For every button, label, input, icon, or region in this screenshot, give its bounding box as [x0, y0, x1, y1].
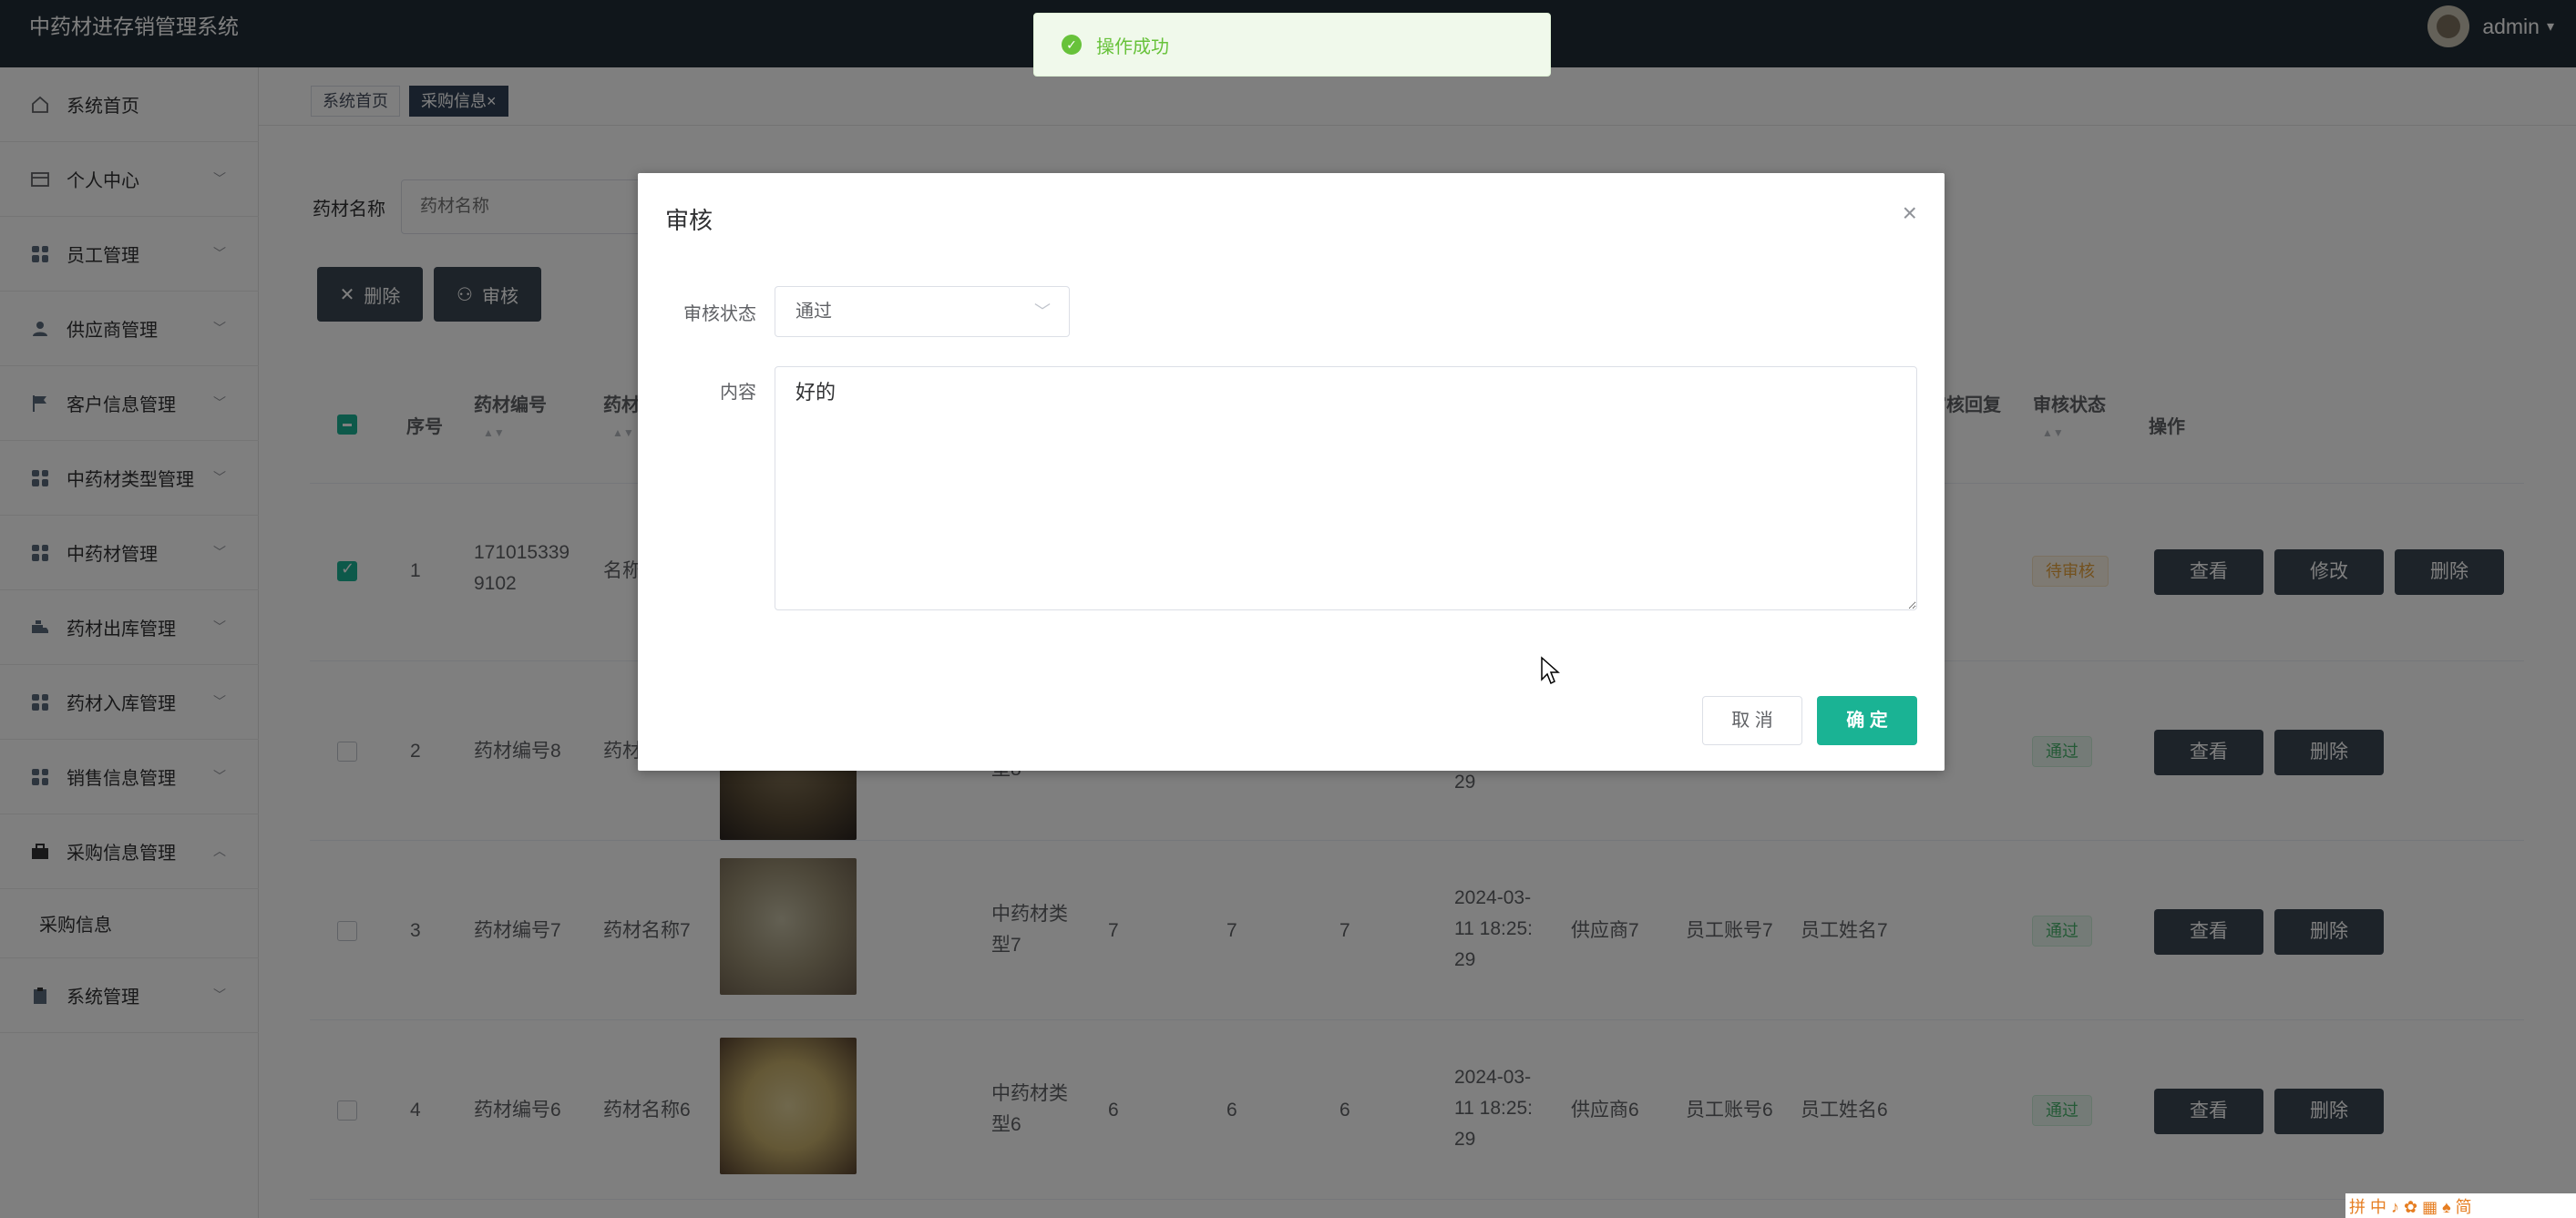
close-icon[interactable]: × [1903, 199, 1917, 228]
audit-dialog: 审核 × 审核状态 通过 ﹀ 内容 取 消 确 定 [638, 173, 1945, 771]
content-label: 内容 [720, 383, 756, 403]
mouse-cursor-icon [1541, 656, 1560, 685]
check-circle-icon: ✓ [1062, 35, 1082, 55]
ime-toolbar[interactable]: 拼 中 ♪ ✿ ▦ ♠ 简 [2345, 1193, 2576, 1218]
dialog-title: 审核 [665, 207, 713, 234]
success-toast: ✓ 操作成功 [1033, 13, 1551, 77]
confirm-button[interactable]: 确 定 [1817, 696, 1917, 745]
cancel-button[interactable]: 取 消 [1702, 696, 1802, 745]
toast-message: 操作成功 [1096, 36, 1169, 57]
content-textarea[interactable] [775, 366, 1917, 610]
ime-toolbar-label: 拼 中 ♪ ✿ ▦ ♠ 简 [2349, 1197, 2472, 1216]
audit-status-label: 审核状态 [683, 304, 756, 324]
chevron-down-icon: ﹀ [1034, 302, 1051, 321]
audit-status-select[interactable]: 通过 ﹀ [775, 286, 1070, 337]
audit-status-value: 通过 [795, 302, 832, 322]
